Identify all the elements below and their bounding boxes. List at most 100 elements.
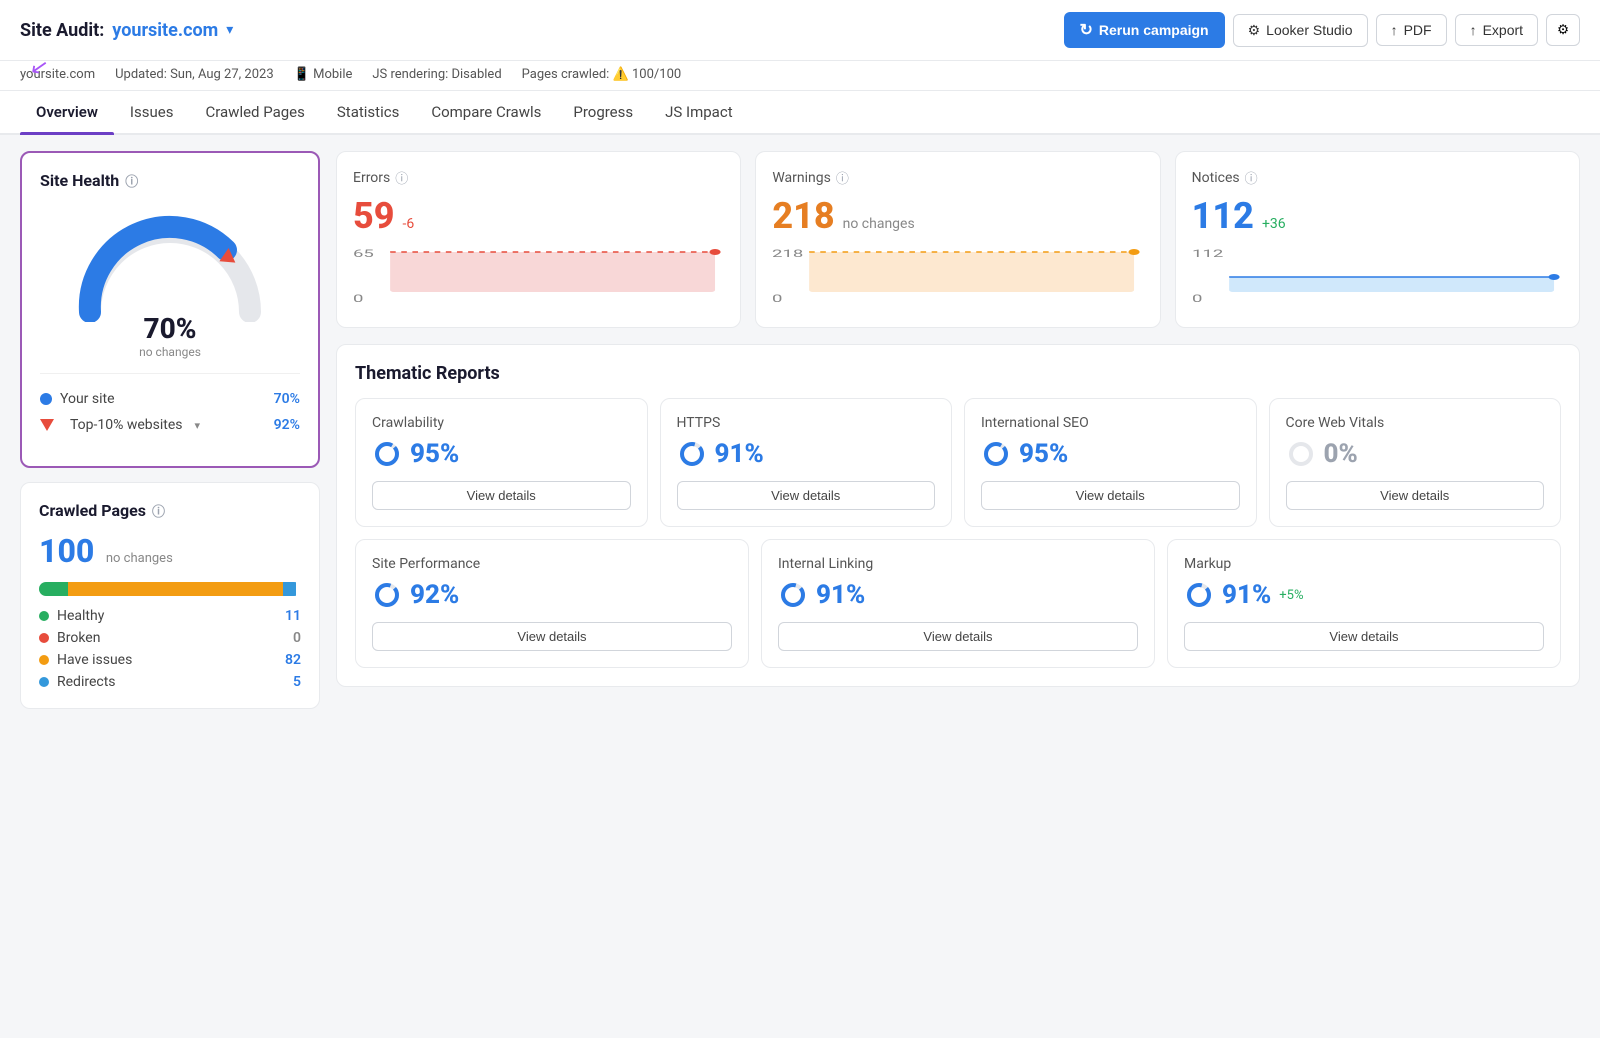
- errors-info-icon[interactable]: ⓘ: [395, 168, 408, 187]
- site-name[interactable]: yoursite.com: [112, 20, 218, 41]
- https-donut-icon: [677, 439, 707, 469]
- progress-redirects: [283, 582, 296, 596]
- errors-value: 59: [353, 195, 395, 237]
- svg-text:0: 0: [772, 293, 782, 305]
- svg-text:0: 0: [1192, 293, 1202, 305]
- pages-crawled-label: Pages crawled: ⚠️ 100/100: [522, 67, 682, 82]
- gauge-subtext: no changes: [139, 345, 201, 359]
- gear-icon: ⚙: [1557, 22, 1569, 37]
- header-actions: ↻ Rerun campaign ⚙ Looker Studio ↑ PDF ↑…: [1064, 12, 1581, 48]
- crawl-broken[interactable]: Broken 0: [39, 630, 301, 646]
- crawl-legend: Healthy 11 Broken 0 Have issues: [39, 608, 301, 690]
- legend-top10[interactable]: Top-10% websites ▾ 92%: [40, 412, 300, 438]
- core-web-vitals-view-details[interactable]: View details: [1286, 481, 1545, 510]
- thematic-row2: Site Performance 92% View details Intern…: [355, 539, 1561, 668]
- mobile-label: 📱 Mobile: [294, 67, 353, 82]
- thematic-reports-card: Thematic Reports Crawlability 95% View d…: [336, 344, 1580, 687]
- thematic-reports-title: Thematic Reports: [355, 363, 1561, 384]
- intl-seo-view-details[interactable]: View details: [981, 481, 1240, 510]
- site-performance-title: Site Performance: [372, 556, 732, 572]
- redirects-value: 5: [293, 674, 301, 690]
- thematic-markup: Markup 91% +5% View details: [1167, 539, 1561, 668]
- settings-button[interactable]: ⚙: [1546, 14, 1580, 46]
- main-content: Site Health ⓘ 70% no changes: [0, 135, 1600, 725]
- legend-your-site: Your site 70%: [40, 386, 300, 412]
- thematic-site-performance: Site Performance 92% View details: [355, 539, 749, 668]
- issues-dot: [39, 655, 49, 665]
- warnings-label: Warnings ⓘ: [772, 168, 1143, 187]
- upload-icon: ↑: [1391, 22, 1398, 38]
- crawled-count-row: 100 no changes: [39, 532, 301, 570]
- rerun-button[interactable]: ↻ Rerun campaign: [1064, 12, 1225, 48]
- healthy-dot: [39, 611, 49, 621]
- gauge-center: 70% no changes: [139, 312, 201, 359]
- nav-progress[interactable]: Progress: [557, 91, 649, 133]
- nav-overview[interactable]: Overview: [20, 91, 114, 133]
- internal-linking-title: Internal Linking: [778, 556, 1138, 572]
- nav-issues[interactable]: Issues: [114, 91, 190, 133]
- svg-text:218: 218: [772, 248, 803, 260]
- crawled-pages-info-icon[interactable]: ⓘ: [152, 501, 165, 520]
- issues-value: 82: [285, 652, 301, 668]
- progress-issues: [68, 582, 283, 596]
- crawlability-view-details[interactable]: View details: [372, 481, 631, 510]
- site-health-title: Site Health ⓘ: [40, 171, 300, 190]
- crawl-have-issues[interactable]: Have issues 82: [39, 652, 301, 668]
- top10-dropdown-icon[interactable]: ▾: [195, 419, 201, 432]
- errors-value-row: 59 -6: [353, 195, 724, 237]
- notices-value-row: 112 +36: [1192, 195, 1563, 237]
- warnings-change: no changes: [843, 216, 915, 232]
- internal-linking-view-details[interactable]: View details: [778, 622, 1138, 651]
- rerun-icon: ↻: [1080, 20, 1093, 40]
- healthy-value: 11: [285, 608, 301, 624]
- thematic-core-web-vitals: Core Web Vitals 0% View details: [1269, 398, 1562, 527]
- markup-view-details[interactable]: View details: [1184, 622, 1544, 651]
- crawled-pages-title: Crawled Pages ⓘ: [39, 501, 301, 520]
- core-web-vitals-donut-icon: [1286, 439, 1316, 469]
- nav-statistics[interactable]: Statistics: [321, 91, 415, 133]
- warning-icon: ⚠️: [613, 67, 632, 82]
- crawl-redirects[interactable]: Redirects 5: [39, 674, 301, 690]
- markup-donut-icon: [1184, 580, 1214, 610]
- markup-change: +5%: [1279, 588, 1303, 603]
- markup-pct: 91%: [1222, 580, 1271, 610]
- warnings-card: Warnings ⓘ 218 no changes 218 0: [755, 151, 1160, 328]
- your-site-dot: [40, 393, 52, 405]
- thematic-row1: Crawlability 95% View details HTTPS: [355, 398, 1561, 527]
- svg-text:112: 112: [1192, 248, 1223, 260]
- site-performance-donut-icon: [372, 580, 402, 610]
- pdf-button[interactable]: ↑ PDF: [1376, 14, 1447, 46]
- sub-header: yoursite.com Updated: Sun, Aug 27, 2023 …: [0, 61, 1600, 91]
- crawled-no-changes: no changes: [106, 551, 173, 566]
- internal-linking-pct: 91%: [816, 580, 865, 610]
- warnings-info-icon[interactable]: ⓘ: [836, 168, 849, 187]
- thematic-crawlability: Crawlability 95% View details: [355, 398, 648, 527]
- notices-change: +36: [1262, 216, 1286, 232]
- title-area: Site Audit: yoursite.com ▾: [20, 20, 233, 41]
- https-view-details[interactable]: View details: [677, 481, 936, 510]
- export-button[interactable]: ↑ Export: [1455, 14, 1538, 46]
- nav-crawled-pages[interactable]: Crawled Pages: [189, 91, 320, 133]
- errors-label: Errors ⓘ: [353, 168, 724, 187]
- progress-healthy: [39, 582, 68, 596]
- site-performance-view-details[interactable]: View details: [372, 622, 732, 651]
- broken-dot: [39, 633, 49, 643]
- notices-info-icon[interactable]: ⓘ: [1245, 168, 1258, 187]
- gauge-chart: [70, 212, 270, 322]
- thematic-intl-seo: International SEO 95% View details: [964, 398, 1257, 527]
- svg-text:0: 0: [353, 293, 363, 305]
- crawlability-donut-icon: [372, 439, 402, 469]
- crawl-healthy[interactable]: Healthy 11: [39, 608, 301, 624]
- nav-compare-crawls[interactable]: Compare Crawls: [415, 91, 557, 133]
- nav-wrapper: ↙ Overview Issues Crawled Pages Statisti…: [0, 91, 1600, 135]
- svg-text:65: 65: [353, 248, 374, 260]
- crawlability-pct: 95%: [410, 439, 459, 469]
- internal-linking-donut-icon: [778, 580, 808, 610]
- chevron-down-icon[interactable]: ▾: [226, 22, 233, 38]
- looker-studio-button[interactable]: ⚙ Looker Studio: [1233, 14, 1368, 47]
- site-health-info-icon[interactable]: ⓘ: [125, 171, 138, 190]
- export-icon: ↑: [1470, 22, 1477, 38]
- redirects-dot: [39, 677, 49, 687]
- nav-js-impact[interactable]: JS Impact: [649, 91, 748, 133]
- intl-seo-donut-icon: [981, 439, 1011, 469]
